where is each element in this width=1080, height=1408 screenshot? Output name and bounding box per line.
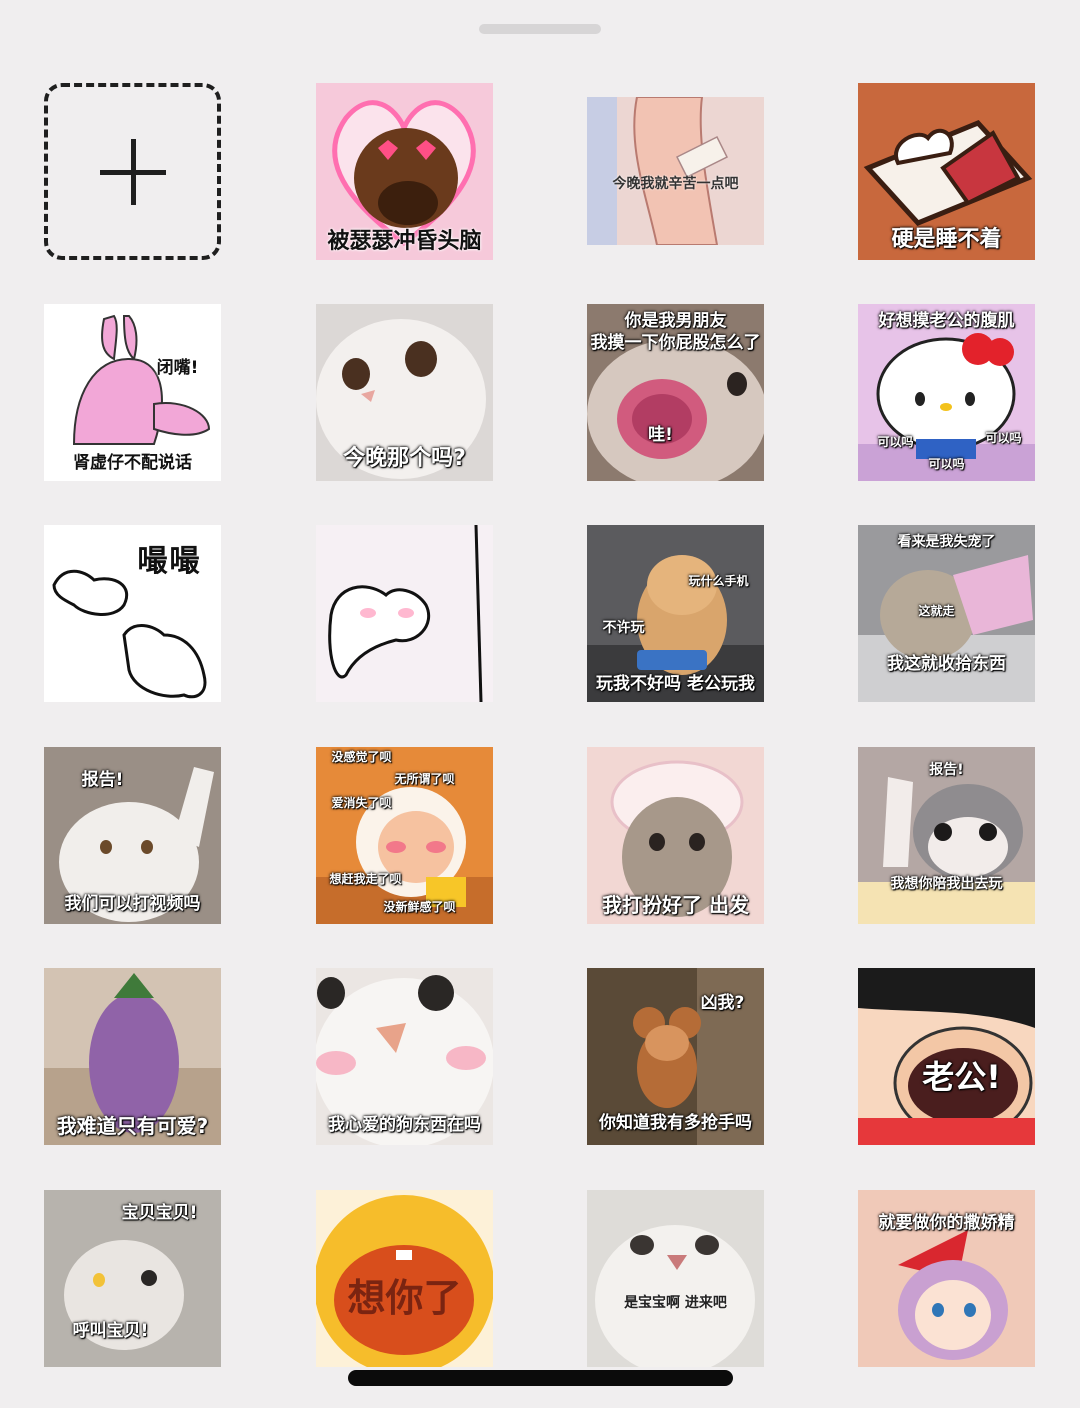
sticker-caption: 我们可以打视频吗 [64,894,201,915]
sticker-caption: 今晚我就辛苦一点吧 [612,176,739,192]
sticker-caption-top: 嘬嘬 [137,544,202,579]
sticker-caption-top: 好想摸老公的腹肌 [878,311,1015,331]
sticker-caption: 哇! [648,425,673,445]
plus-icon-vertical [131,139,136,205]
sticker-caption: 玩我不好吗 老公玩我 [596,674,755,695]
sticker-cat-bed[interactable]: 硬是睡不着 [858,83,1035,260]
anime-sketch-image [587,97,764,245]
sticker-emoji-miss-you[interactable]: 想你了 [316,1190,493,1367]
sticker-pink-rabbit[interactable]: 闭嘴! 肾虚仔不配说话 [44,304,221,481]
sticker-caption-top: 宝贝宝贝! [121,1203,198,1223]
sticker-caption: 肾虚仔不配说话 [73,453,192,474]
sticker-cat-baby[interactable]: 宝贝宝贝! 呼叫宝贝! [44,1190,221,1367]
sticker-caption: 想你了 [347,1276,462,1320]
sticker-caption: 老公! [922,1058,1001,1096]
drag-handle[interactable] [479,24,601,34]
sticker-caption-left: 可以吗 [877,435,914,449]
sticker-cat-bag[interactable]: 看来是我失宠了 这就走 我这就收拾东西 [858,525,1035,702]
sticker-blob-hug[interactable] [316,525,493,702]
sticker-caption: 呼叫宝贝! [72,1321,149,1342]
sticker-caption-right: 可以吗 [985,431,1022,445]
sticker-caption: 我这就收拾东西 [887,654,1006,675]
sticker-cat-blush[interactable]: 我心爱的狗东西在吗 [316,968,493,1145]
sticker-cat-open-mouth[interactable]: 你是我男朋友 我摸一下你屁股怎么了 哇! [587,304,764,481]
sticker-caption-top: 看来是我失宠了 [897,534,996,550]
sticker-line-5: 没新鲜感了呗 [383,900,456,914]
sticker-caption: 今晚那个吗? [343,445,466,471]
sticker-caption-top: 报告! [81,770,124,790]
blob-hug-image [316,525,493,702]
home-indicator[interactable] [348,1370,733,1386]
sticker-caption-top: 玩什么手机 [688,574,749,588]
add-sticker-button[interactable] [44,83,221,260]
sticker-anime-sketch[interactable]: 今晚我就辛苦一点吧 [587,97,764,245]
sticker-jerry-mouse[interactable]: 凶我? 你知道我有多抢手吗 [587,968,764,1145]
sticker-white-cat-closeup[interactable]: 今晚那个吗? [316,304,493,481]
sticker-eggplant[interactable]: 我难道只有可爱? [44,968,221,1145]
cat-door-image [587,1190,764,1367]
sticker-line-2: 无所谓了呗 [394,772,455,786]
sticker-caption: 被瑟瑟冲昏头脑 [327,228,482,254]
sticker-line-4: 想赶我走了呗 [329,872,402,886]
sticker-cat-door[interactable]: 是宝宝啊 进来吧 [587,1190,764,1367]
sticker-caption-mid: 这就走 [918,604,955,618]
sticker-caption: 可以吗 [928,457,965,471]
sticker-line-3: 爱消失了呗 [331,796,392,810]
sticker-caption-top: 你是我男朋友 [624,311,727,331]
sticker-caption-top: 报告! [929,762,964,778]
sticker-caption: 硬是睡不着 [891,226,1002,252]
sticker-caption-mid: 不许玩 [602,620,645,636]
sticker-cartoon-sheep[interactable]: 没感觉了呗 无所谓了呗 爱消失了呗 想赶我走了呗 没新鲜感了呗 [316,747,493,924]
sticker-blob-kiss[interactable]: 嘬嘬 [44,525,221,702]
sticker-caption: 是宝宝啊 进来吧 [624,1295,727,1311]
sticker-caption-top: 就要做你的撒娇精 [878,1213,1015,1233]
sticker-dog-heart[interactable]: 被瑟瑟冲昏头脑 [316,83,493,260]
sticker-caption-top: 闭嘴! [156,358,199,378]
sticker-caption: 我打扮好了 出发 [602,893,749,917]
sticker-caption: 我想你陪我出去玩 [890,875,1003,892]
shinchan-image [858,968,1035,1145]
sticker-caption-top: 凶我? [700,993,745,1013]
sticker-cat-report[interactable]: 报告! 我想你陪我出去玩 [858,747,1035,924]
sticker-cat-on-phone[interactable]: 玩什么手机 不许玩 玩我不好吗 老公玩我 [587,525,764,702]
sticker-caption: 我心爱的狗东西在吗 [328,1115,481,1136]
sticker-caption: 我难道只有可爱? [56,1114,209,1138]
sticker-caption-top2: 我摸一下你屁股怎么了 [590,333,761,353]
sticker-hello-kitty[interactable]: 好想摸老公的腹肌 可以吗 可以吗 可以吗 [858,304,1035,481]
sticker-cat-bonnet[interactable]: 我打扮好了 出发 [587,747,764,924]
sticker-white-cat-raise[interactable]: 报告! 我们可以打视频吗 [44,747,221,924]
sticker-anime-girl[interactable]: 就要做你的撒娇精 [858,1190,1035,1367]
sticker-caption: 你知道我有多抢手吗 [599,1113,752,1134]
sticker-shinchan-shout[interactable]: 老公! [858,968,1035,1145]
sticker-line-1: 没感觉了呗 [331,750,392,764]
